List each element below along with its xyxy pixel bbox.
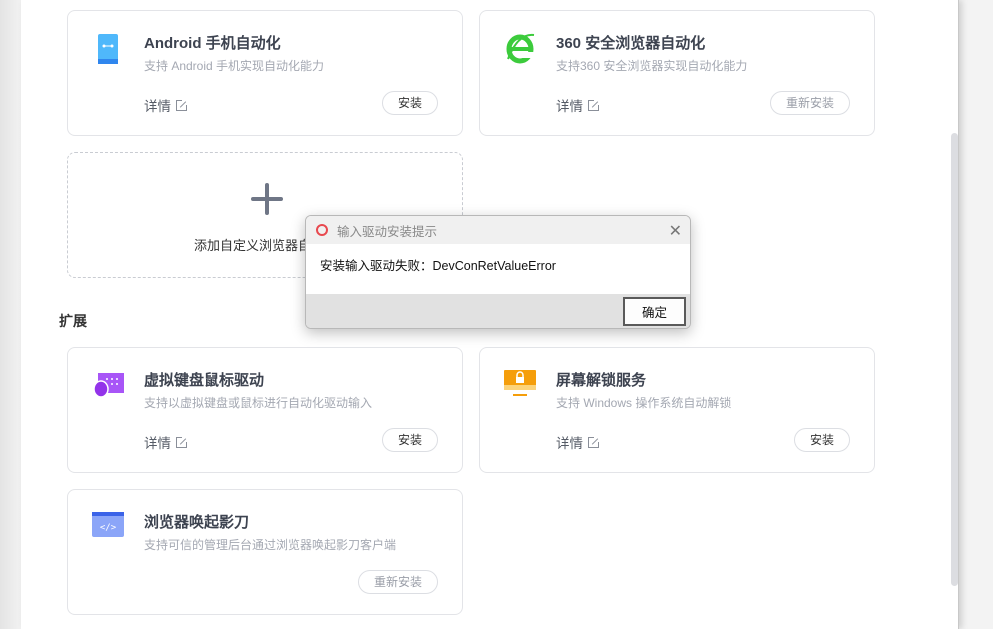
- card-title: 浏览器唤起影刀: [144, 514, 250, 531]
- detail-link[interactable]: 详情: [144, 432, 188, 452]
- dialog-titlebar: 输入驱动安装提示 ✕: [306, 216, 690, 244]
- install-button[interactable]: 安装: [381, 428, 438, 452]
- detail-label: 详情: [144, 99, 171, 114]
- card-title: 虚拟键盘鼠标驱动: [144, 372, 265, 389]
- external-link-icon: [176, 435, 188, 448]
- card-desc: 支持 Android 手机实现自动化能力: [144, 59, 325, 73]
- external-link-icon: [588, 98, 600, 111]
- card-title: Android 手机自动化: [144, 35, 281, 52]
- card-title: 360 安全浏览器自动化: [556, 35, 706, 52]
- external-link-icon: [176, 98, 188, 111]
- card-screen-unlock: 屏幕解锁服务 支持 Windows 操作系统自动解锁 详情 安装: [479, 347, 875, 473]
- plus-icon: [251, 183, 283, 215]
- reinstall-button[interactable]: 重新安装: [769, 91, 850, 115]
- card-desc: 支持 Windows 操作系统自动解锁: [556, 396, 732, 410]
- android-phone-icon: [98, 34, 118, 64]
- card-keyboard-mouse: 虚拟键盘鼠标驱动 支持以虚拟键盘或鼠标进行自动化驱动输入 详情 安装: [67, 347, 463, 473]
- browser-code-icon: </>: [92, 512, 124, 537]
- detail-link[interactable]: 详情: [556, 95, 600, 115]
- scrollbar[interactable]: [951, 133, 958, 586]
- dialog-footer: 确定: [306, 294, 690, 328]
- install-button[interactable]: 安装: [381, 91, 438, 115]
- svg-text:</>: </>: [100, 523, 117, 533]
- detail-label: 详情: [556, 99, 583, 114]
- external-link-icon: [588, 435, 600, 448]
- screen-lock-icon: [504, 370, 536, 396]
- section-title-extension: 扩展: [59, 313, 87, 329]
- driver-install-dialog: 输入驱动安装提示 ✕ 安装输入驱动失败：DevConRetValueError …: [305, 215, 691, 329]
- reinstall-button[interactable]: 重新安装: [357, 570, 438, 594]
- card-desc: 支持360 安全浏览器实现自动化能力: [556, 59, 748, 73]
- install-button[interactable]: 安装: [793, 428, 850, 452]
- background-left: [0, 0, 21, 629]
- 360-browser-icon: [506, 33, 535, 64]
- card-title: 屏幕解锁服务: [556, 372, 647, 389]
- card-360-browser: 360 安全浏览器自动化 支持360 安全浏览器实现自动化能力 详情 重新安装: [479, 10, 875, 136]
- card-browser-launch: </> 浏览器唤起影刀 支持可信的管理后台通过浏览器唤起影刀客户端 重新安装: [67, 489, 463, 615]
- dialog-message: 安装输入驱动失败：DevConRetValueError: [320, 259, 556, 273]
- card-desc: 支持以虚拟键盘或鼠标进行自动化驱动输入: [144, 396, 373, 410]
- detail-label: 详情: [556, 436, 583, 451]
- close-icon[interactable]: ✕: [669, 221, 682, 241]
- detail-label: 详情: [144, 436, 171, 451]
- detail-link[interactable]: 详情: [144, 95, 188, 115]
- card-android: Android 手机自动化 支持 Android 手机实现自动化能力 详情 安装: [67, 10, 463, 136]
- detail-link[interactable]: 详情: [556, 432, 600, 452]
- keyboard-mouse-icon: [93, 373, 124, 398]
- ok-button[interactable]: 确定: [623, 297, 686, 326]
- dialog-title: 输入驱动安装提示: [337, 224, 438, 239]
- app-logo-icon: [316, 224, 328, 236]
- card-desc: 支持可信的管理后台通过浏览器唤起影刀客户端: [144, 538, 397, 552]
